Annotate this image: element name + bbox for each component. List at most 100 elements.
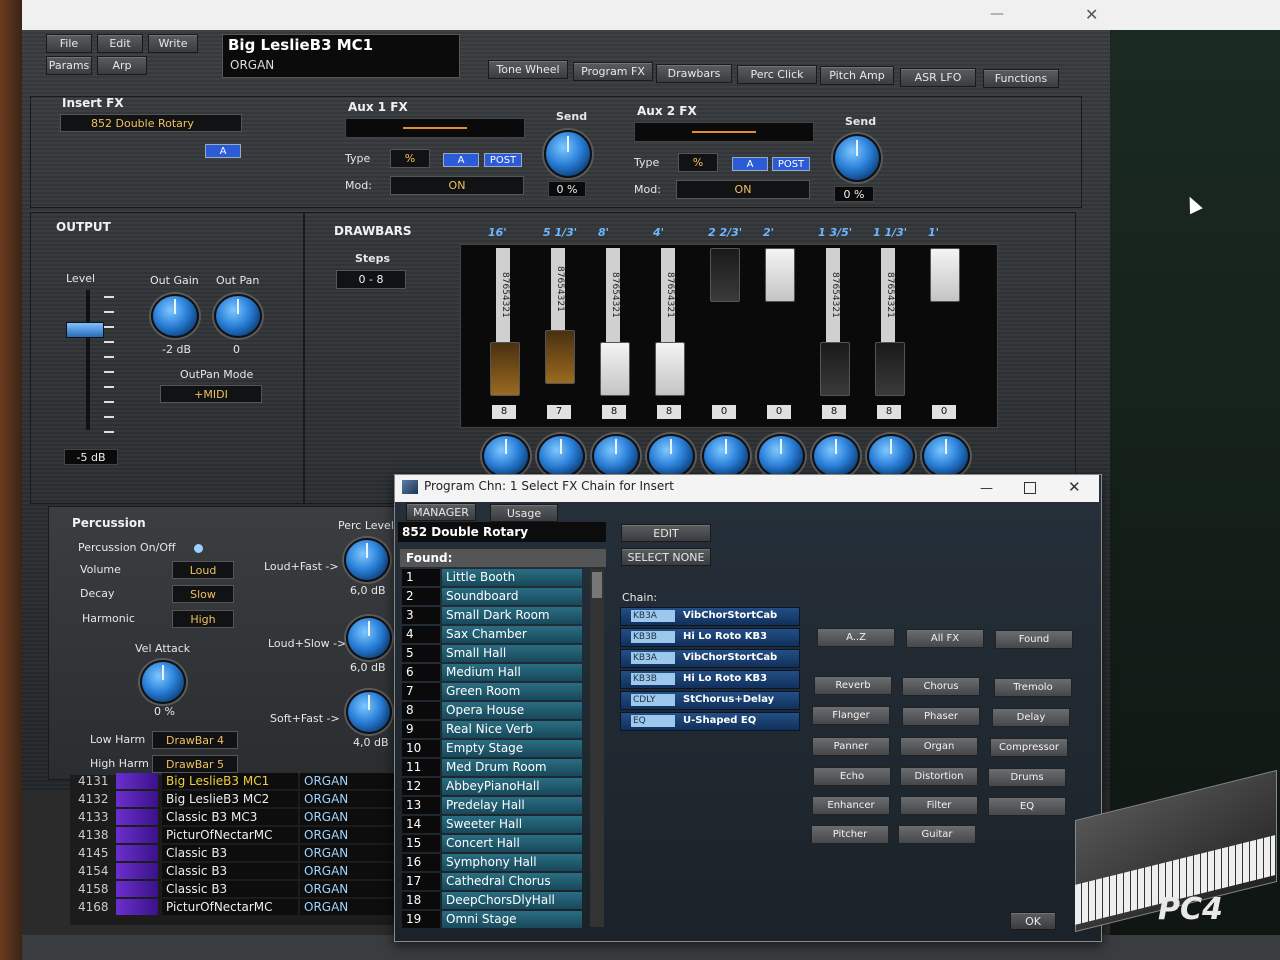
aux1-mod-field[interactable]: ON: [390, 176, 524, 195]
loud-slow-knob[interactable]: [346, 616, 392, 660]
chain-item[interactable]: EQ U-Shaped EQ: [620, 712, 800, 731]
edit-button[interactable]: Edit: [97, 34, 143, 53]
aux2-type-field[interactable]: %: [678, 153, 718, 172]
found-item[interactable]: 10 Empty Stage: [400, 740, 586, 757]
found-item[interactable]: 11 Med Drum Room: [400, 759, 586, 776]
category-flanger-button[interactable]: Flanger: [812, 706, 890, 725]
drawbar-handle[interactable]: [820, 342, 850, 396]
category-organ-button[interactable]: Organ: [900, 737, 978, 756]
tab-perc-click[interactable]: Perc Click: [737, 65, 817, 84]
usage-button[interactable]: Usage: [490, 504, 558, 522]
drawbar-handle[interactable]: [765, 248, 795, 302]
aux2-mod-field[interactable]: ON: [676, 180, 810, 199]
found-item[interactable]: 12 AbbeyPianoHall: [400, 778, 586, 795]
category-pitcher-button[interactable]: Pitcher: [811, 825, 889, 844]
soft-fast-knob[interactable]: [346, 690, 392, 734]
found-item[interactable]: 16 Symphony Hall: [400, 854, 586, 871]
high-harm-field[interactable]: DrawBar 5: [152, 755, 238, 773]
found-item[interactable]: 8 Opera House: [400, 702, 586, 719]
sort-button[interactable]: Found: [995, 630, 1073, 649]
program-row[interactable]: 4145 Classic B3 ORGAN: [72, 844, 402, 862]
found-item[interactable]: 15 Concert Hall: [400, 835, 586, 852]
drawbar-knob[interactable]: [647, 434, 695, 478]
edit-fx-button[interactable]: EDIT: [621, 524, 711, 542]
aux1-display[interactable]: [345, 118, 525, 138]
category-phaser-button[interactable]: Phaser: [902, 707, 980, 726]
level-slider-handle[interactable]: [66, 322, 104, 338]
chain-item[interactable]: KB3B Hi Lo Roto KB3: [620, 670, 800, 689]
drawbar-knob[interactable]: [702, 434, 750, 478]
drawbar-handle[interactable]: [545, 330, 575, 384]
found-scrollbar[interactable]: [590, 569, 604, 927]
found-item[interactable]: 13 Predelay Hall: [400, 797, 586, 814]
dialog-close-icon[interactable]: ✕: [1068, 478, 1081, 496]
chain-item[interactable]: KB3A VibChorStortCab: [620, 649, 800, 668]
aux1-post-button[interactable]: POST: [484, 153, 522, 167]
dialog-minimize-icon[interactable]: —: [980, 481, 993, 496]
found-item[interactable]: 5 Small Hall: [400, 645, 586, 662]
category-chorus-button[interactable]: Chorus: [902, 677, 980, 696]
chain-item[interactable]: KB3A VibChorStortCab: [620, 607, 800, 626]
drawbar-knob[interactable]: [482, 434, 530, 478]
tab-asr-lfo[interactable]: ASR LFO: [900, 68, 976, 87]
chain-item[interactable]: CDLY StChorus+Delay: [620, 691, 800, 710]
steps-field[interactable]: 0 - 8: [336, 270, 406, 289]
aux2-display[interactable]: [634, 122, 814, 142]
category-eq-button[interactable]: EQ: [988, 797, 1066, 816]
found-item[interactable]: 3 Small Dark Room: [400, 607, 586, 624]
drawbar-handle[interactable]: [490, 342, 520, 396]
category-compressor-button[interactable]: Compressor: [990, 738, 1068, 757]
drawbar-handle[interactable]: [875, 342, 905, 396]
aux2-a-button[interactable]: A: [732, 157, 768, 171]
drawbar-knob[interactable]: [537, 434, 585, 478]
tab-drawbars[interactable]: Drawbars: [656, 64, 732, 83]
dialog-maximize-icon[interactable]: [1024, 482, 1036, 494]
drawbar-knob[interactable]: [757, 434, 805, 478]
aux1-a-button[interactable]: A: [443, 153, 479, 167]
perc-onoff-led[interactable]: [194, 544, 203, 553]
file-button[interactable]: File: [46, 34, 92, 53]
category-filter-button[interactable]: Filter: [900, 796, 978, 815]
program-row[interactable]: 4132 Big LeslieB3 MC2 ORGAN: [72, 790, 402, 808]
outpan-mode-field[interactable]: +MIDI: [160, 385, 262, 403]
drawbar-handle[interactable]: [930, 248, 960, 302]
tab-tone-wheel[interactable]: Tone Wheel: [488, 60, 568, 79]
category-panner-button[interactable]: Panner: [812, 737, 890, 756]
drawbar-knob[interactable]: [867, 434, 915, 478]
category-enhancer-button[interactable]: Enhancer: [812, 796, 890, 815]
write-button[interactable]: Write: [148, 34, 198, 53]
found-item[interactable]: 18 DeepChorsDlyHall: [400, 892, 586, 909]
aux2-post-button[interactable]: POST: [772, 157, 810, 171]
insert-fx-field[interactable]: 852 Double Rotary: [60, 114, 242, 132]
drawbar-knob[interactable]: [812, 434, 860, 478]
drawbar-handle[interactable]: [710, 248, 740, 302]
params-button[interactable]: Params: [46, 56, 92, 75]
found-item[interactable]: 17 Cathedral Chorus: [400, 873, 586, 890]
chain-item[interactable]: KB3B Hi Lo Roto KB3: [620, 628, 800, 647]
manager-button[interactable]: MANAGER: [406, 503, 476, 521]
found-item[interactable]: 2 Soundboard: [400, 588, 586, 605]
drawbar-knob[interactable]: [922, 434, 970, 478]
close-icon[interactable]: ✕: [1085, 7, 1101, 23]
program-row[interactable]: 4138 PicturOfNectarMC ORGAN: [72, 826, 402, 844]
drawbar-knob[interactable]: [592, 434, 640, 478]
found-scroll-thumb[interactable]: [592, 572, 602, 598]
program-row[interactable]: 4154 Classic B3 ORGAN: [72, 862, 402, 880]
minimize-icon[interactable]: —: [990, 6, 1006, 22]
found-item[interactable]: 4 Sax Chamber: [400, 626, 586, 643]
found-item[interactable]: 1 Little Booth: [400, 569, 586, 586]
program-row[interactable]: 4131 Big LeslieB3 MC1 ORGAN: [72, 772, 402, 790]
sort-button[interactable]: All FX: [906, 629, 984, 648]
vel-attack-knob[interactable]: [140, 660, 186, 704]
program-row[interactable]: 4168 PicturOfNectarMC ORGAN: [72, 898, 402, 916]
volume-field[interactable]: Loud: [172, 561, 234, 579]
aux1-send-knob[interactable]: [544, 130, 592, 178]
category-echo-button[interactable]: Echo: [813, 767, 891, 786]
category-distortion-button[interactable]: Distortion: [900, 767, 978, 786]
found-item[interactable]: 6 Medium Hall: [400, 664, 586, 681]
select-none-button[interactable]: SELECT NONE: [621, 548, 711, 566]
found-item[interactable]: 7 Green Room: [400, 683, 586, 700]
category-guitar-button[interactable]: Guitar: [898, 825, 976, 844]
tab-functions[interactable]: Functions: [983, 69, 1059, 88]
arp-button[interactable]: Arp: [97, 56, 147, 75]
